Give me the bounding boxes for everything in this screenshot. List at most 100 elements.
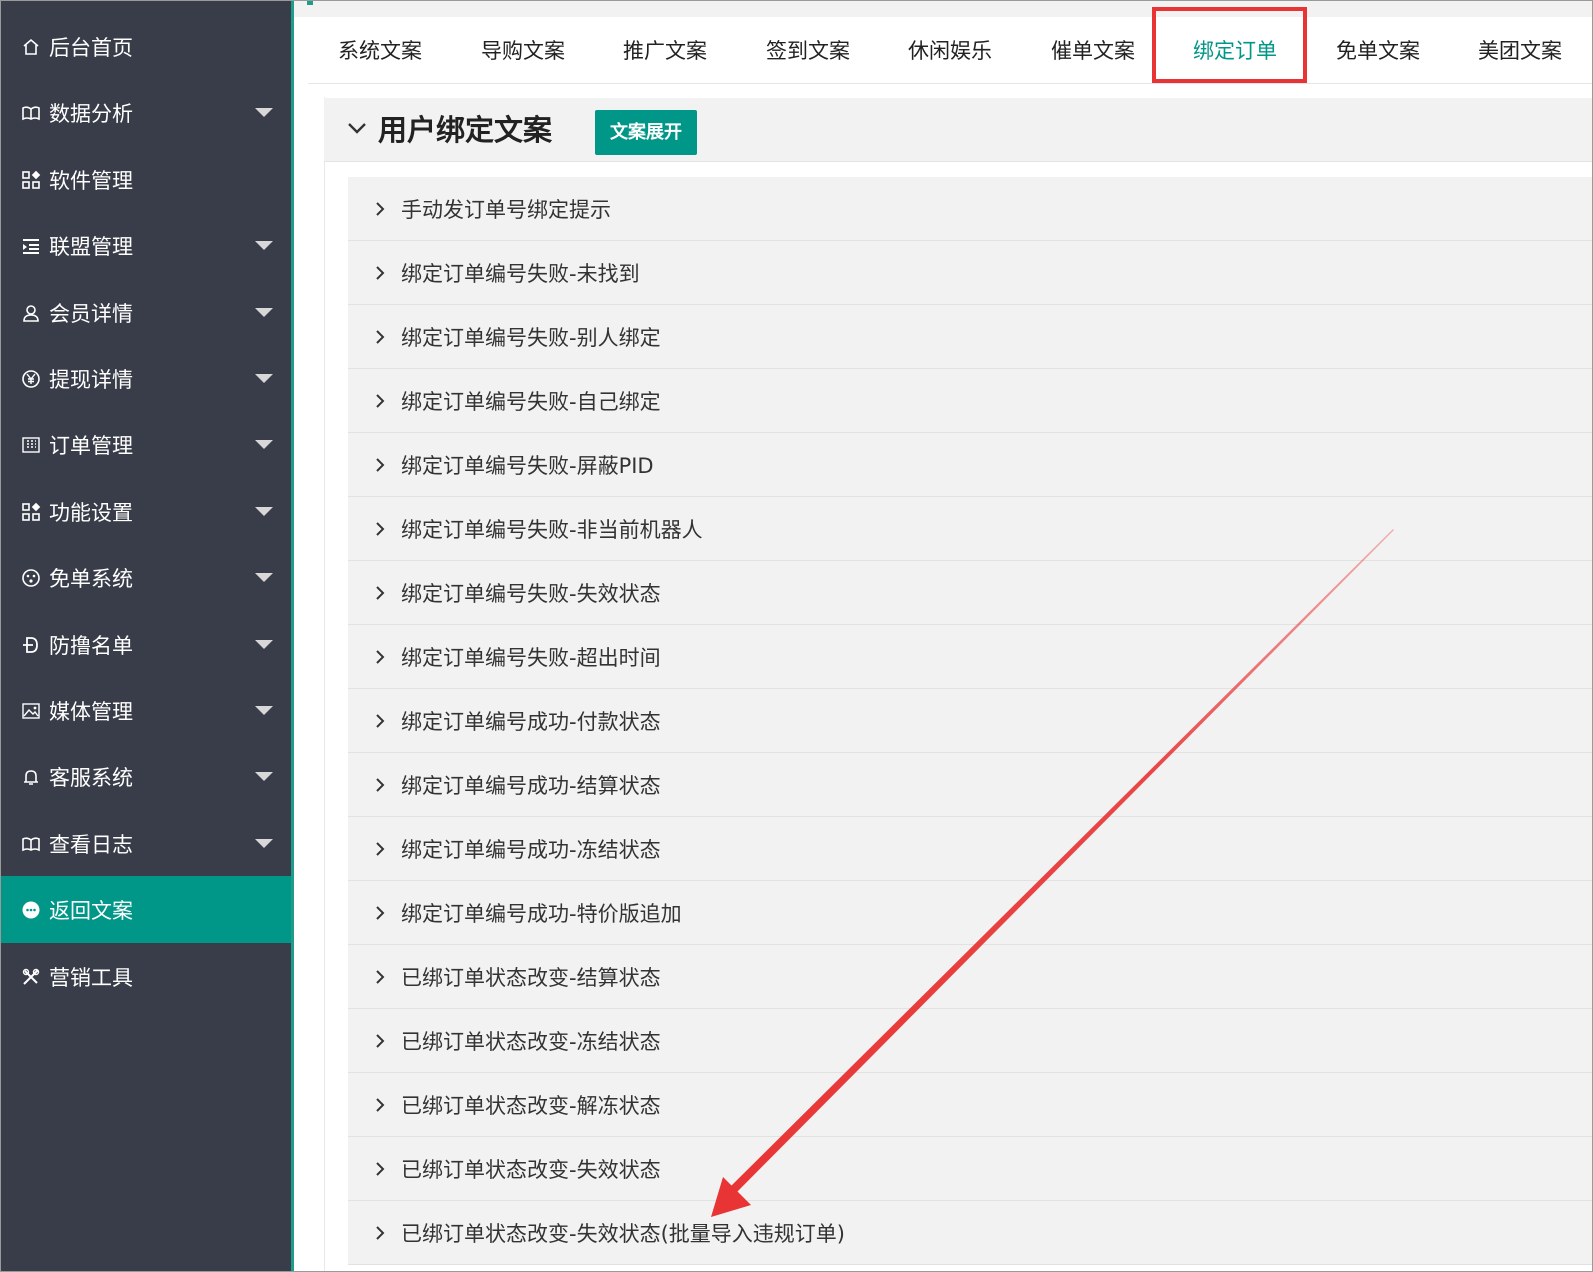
- panel-title: 用户绑定文案: [378, 113, 553, 147]
- tab[interactable]: 推广文案: [605, 19, 725, 83]
- chevron-right-icon: [373, 904, 387, 922]
- list-item-label: 绑定订单编号成功-特价版追加: [401, 901, 682, 926]
- sidebar-item-label: 数据分析: [49, 101, 133, 126]
- list-item[interactable]: 绑定订单编号失败-非当前机器人: [348, 497, 1592, 561]
- list-item[interactable]: 绑定订单编号成功-结算状态: [348, 753, 1592, 817]
- sidebar-item[interactable]: 免单系统: [1, 544, 291, 611]
- list-item-label: 已绑订单状态改变-冻结状态: [401, 1029, 661, 1054]
- tab[interactable]: 导购文案: [463, 19, 583, 83]
- app-window: 后台首页数据分析软件管理联盟管理会员详情 提现详情订单管理功能设置免单系统 防撸名单…: [0, 0, 1593, 1272]
- chevron-right-icon: [373, 648, 387, 666]
- sidebar-item-label: 联盟管理: [49, 234, 133, 259]
- list-item[interactable]: 绑定订单编号成功-付款状态: [348, 689, 1592, 753]
- caret-down-icon: [255, 308, 273, 317]
- caret-down-icon: [255, 440, 273, 449]
- chevron-right-icon: [373, 712, 387, 730]
- sidebar-item[interactable]: 功能设置: [1, 478, 291, 545]
- home-icon: [20, 36, 42, 58]
- caret-down-icon: [255, 640, 273, 649]
- caret-down-icon: [255, 241, 273, 250]
- chevron-right-icon: [373, 840, 387, 858]
- sidebar-item-label: 查看日志: [49, 832, 133, 857]
- sidebar-item-label: 媒体管理: [49, 699, 133, 724]
- list-item[interactable]: 已绑订单状态改变-结算状态: [348, 945, 1592, 1009]
- chevron-right-icon: [373, 264, 387, 282]
- list-item[interactable]: 绑定订单编号成功-冻结状态: [348, 817, 1592, 881]
- sidebar-item-label: 订单管理: [49, 433, 133, 458]
- chevron-right-icon: [373, 200, 387, 218]
- tools-icon: [20, 966, 42, 988]
- yen-icon: [20, 368, 42, 390]
- sidebar-item[interactable]: 会员详情: [1, 279, 291, 346]
- chat-icon: [20, 899, 42, 921]
- list-item-label: 绑定订单编号失败-自己绑定: [401, 389, 661, 414]
- list-item[interactable]: 绑定订单编号失败-失效状态: [348, 561, 1592, 625]
- tab[interactable]: 休闲娱乐: [890, 19, 1010, 83]
- sidebar-item[interactable]: 查看日志: [1, 810, 291, 877]
- list-item-label: 绑定订单编号成功-冻结状态: [401, 837, 661, 862]
- sidebar-item[interactable]: 联盟管理: [1, 212, 291, 279]
- tab[interactable]: 美团文案: [1460, 19, 1580, 83]
- list-item[interactable]: 绑定订单编号失败-超出时间: [348, 625, 1592, 689]
- book-icon: [20, 102, 42, 124]
- sidebar-item[interactable]: 后台首页: [1, 13, 291, 80]
- caret-down-icon: [255, 507, 273, 516]
- apps-icon: [20, 169, 42, 191]
- face-icon: [20, 567, 42, 589]
- sidebar-item[interactable]: 返回文案: [1, 876, 291, 943]
- tab-bar-strip: [294, 1, 1592, 17]
- sidebar-item-label: 返回文案: [49, 898, 133, 923]
- sidebar-item[interactable]: 提现详情: [1, 345, 291, 412]
- sidebar-item[interactable]: 订单管理: [1, 411, 291, 478]
- sidebar-item-label: 客服系统: [49, 765, 133, 790]
- list-item[interactable]: 已绑订单状态改变-失效状态(批量导入违规订单): [348, 1201, 1592, 1265]
- list-item[interactable]: 已绑订单状态改变-失效状态: [348, 1137, 1592, 1201]
- tab[interactable]: 系统文案: [320, 19, 440, 83]
- list-item[interactable]: 已绑订单状态改变-冻结状态: [348, 1009, 1592, 1073]
- list-item-label: 绑定订单编号成功-结算状态: [401, 773, 661, 798]
- list-item[interactable]: 绑定订单编号失败-未找到: [348, 241, 1592, 305]
- sidebar-item-label: 营销工具: [49, 965, 133, 990]
- list-item-label: 绑定订单编号失败-失效状态: [401, 581, 661, 606]
- chevron-right-icon: [373, 456, 387, 474]
- list-indent-icon: [20, 235, 42, 257]
- list-item-label: 绑定订单编号失败-非当前机器人: [401, 517, 703, 542]
- sidebar-item-label: 功能设置: [49, 500, 133, 525]
- chevron-right-icon: [373, 1096, 387, 1114]
- list-item-label: 已绑订单状态改变-结算状态: [401, 965, 661, 990]
- list-item[interactable]: 绑定订单编号成功-特价版追加: [348, 881, 1592, 945]
- sidebar-item[interactable]: 软件管理: [1, 146, 291, 213]
- sidebar-item[interactable]: 数据分析: [1, 79, 291, 146]
- copy-list: 手动发订单号绑定提示 绑定订单编号失败-未找到 绑定订单编号失败-别人绑定 绑定订单编…: [348, 177, 1592, 1265]
- expand-button[interactable]: 文案展开: [595, 110, 697, 155]
- bell-icon: [20, 766, 42, 788]
- user-icon: [20, 302, 42, 324]
- list-item[interactable]: 绑定订单编号失败-自己绑定: [348, 369, 1592, 433]
- tab[interactable]: 签到文案: [748, 19, 868, 83]
- sidebar-item[interactable]: 防撸名单: [1, 611, 291, 678]
- caret-down-icon: [255, 706, 273, 715]
- caret-down-icon: [255, 374, 273, 383]
- chevron-right-icon: [373, 584, 387, 602]
- tab-bar-mark: [307, 1, 313, 5]
- tab[interactable]: 催单文案: [1033, 19, 1153, 83]
- tab[interactable]: 免单文案: [1318, 19, 1438, 83]
- chevron-down-icon[interactable]: [346, 117, 368, 139]
- book-icon: [20, 833, 42, 855]
- caret-down-icon: [255, 108, 273, 117]
- sidebar-item[interactable]: 营销工具: [1, 943, 291, 1010]
- list-item[interactable]: 手动发订单号绑定提示: [348, 177, 1592, 241]
- list-item-label: 绑定订单编号成功-付款状态: [401, 709, 661, 734]
- sidebar-item[interactable]: 媒体管理: [1, 677, 291, 744]
- chevron-right-icon: [373, 1224, 387, 1242]
- grid-icon: [20, 434, 42, 456]
- list-item-label: 已绑订单状态改变-失效状态(批量导入违规订单): [401, 1221, 845, 1246]
- list-item[interactable]: 已绑订单状态改变-解冻状态: [348, 1073, 1592, 1137]
- list-item[interactable]: 绑定订单编号失败-别人绑定: [348, 305, 1592, 369]
- chevron-right-icon: [373, 520, 387, 538]
- sidebar-item-label: 后台首页: [49, 35, 133, 60]
- sidebar-item[interactable]: 客服系统: [1, 743, 291, 810]
- tab[interactable]: 绑定订单: [1175, 19, 1295, 83]
- chevron-right-icon: [373, 776, 387, 794]
- list-item[interactable]: 绑定订单编号失败-屏蔽PID: [348, 433, 1592, 497]
